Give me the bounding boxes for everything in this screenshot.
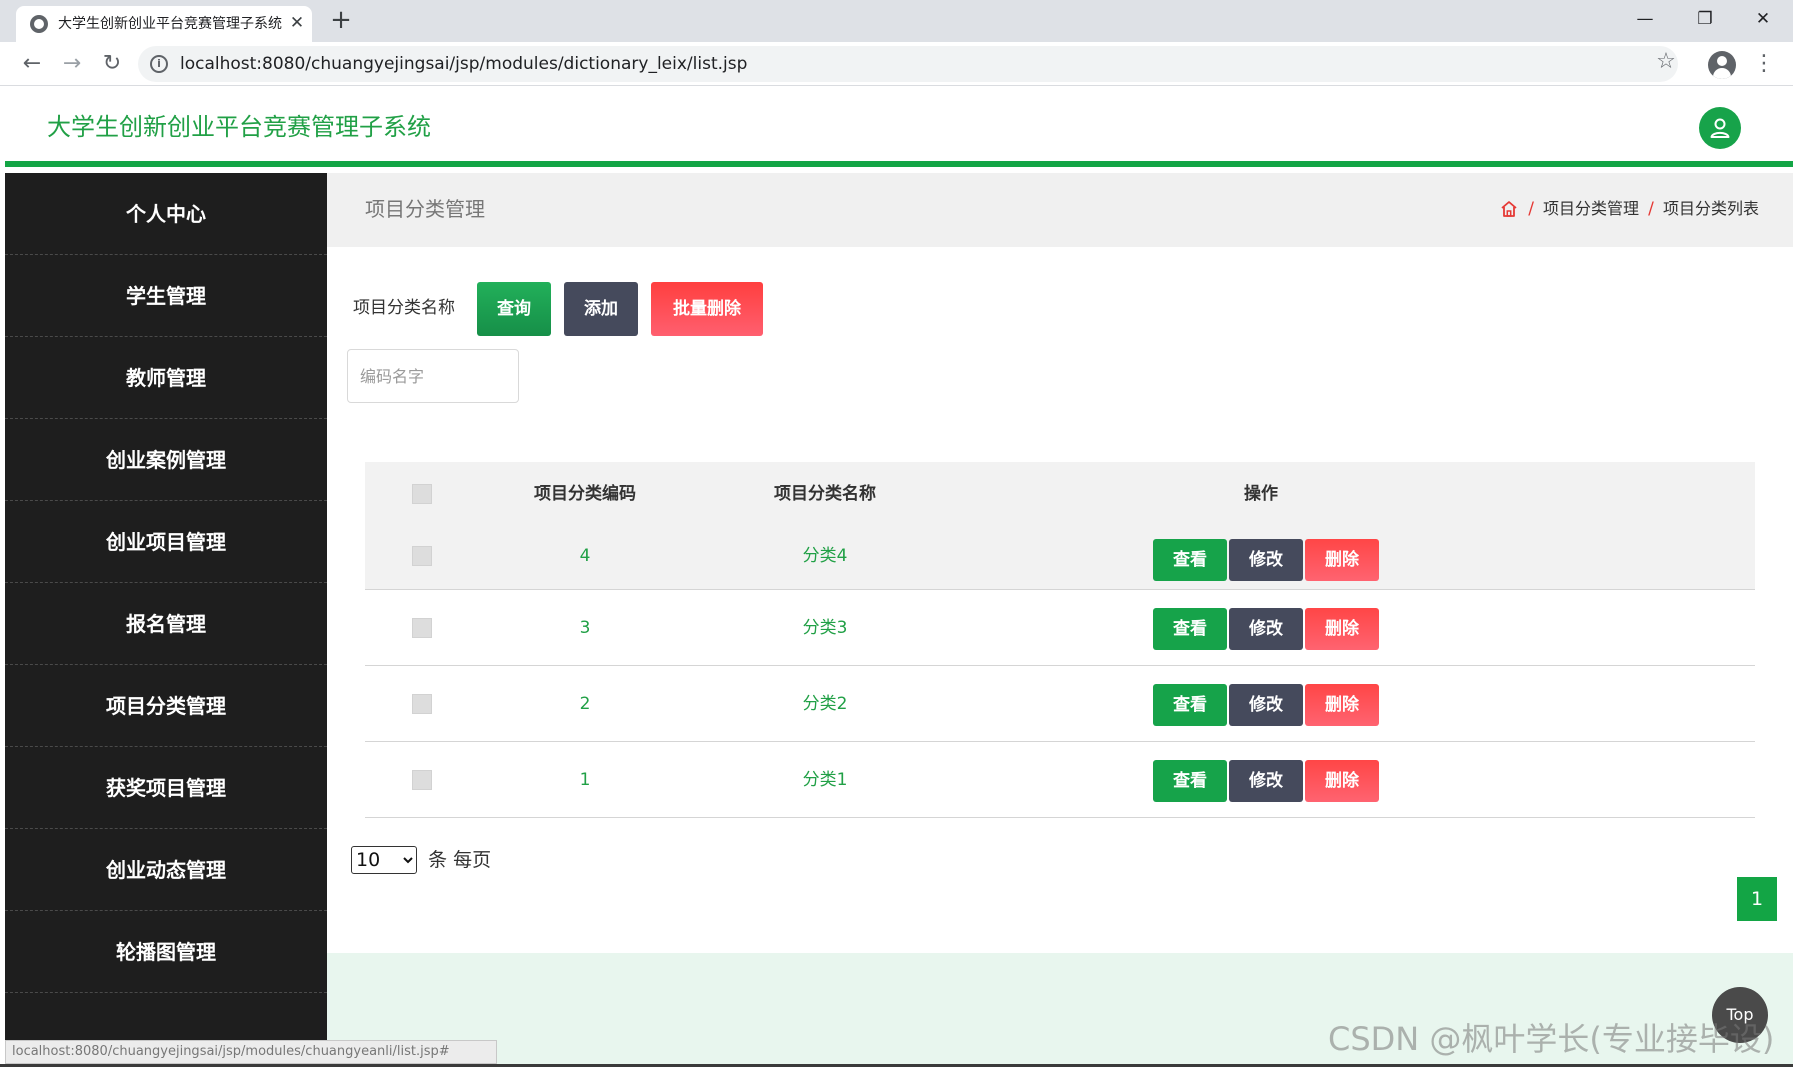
row-name: 分类4 xyxy=(802,546,848,566)
new-tab-icon[interactable]: + xyxy=(326,6,356,36)
row-checkbox[interactable] xyxy=(412,694,432,714)
page-number-button[interactable]: 1 xyxy=(1737,877,1777,921)
globe-icon xyxy=(30,15,48,33)
column-header-name: 项目分类名称 xyxy=(774,484,876,504)
batch-delete-button[interactable]: 批量删除 xyxy=(651,282,763,336)
sidebar-item-registration[interactable]: 报名管理 xyxy=(5,583,327,665)
column-header-code: 项目分类编码 xyxy=(534,484,636,504)
page-header: 项目分类管理 / 项目分类管理 / 项目分类列表 xyxy=(327,173,1793,247)
sidebar-item-project-categories[interactable]: 项目分类管理 xyxy=(5,665,327,747)
url-text: localhost:8080/chuangyejingsai/jsp/modul… xyxy=(180,54,748,74)
row-name: 分类1 xyxy=(802,770,848,790)
edit-button[interactable]: 修改 xyxy=(1229,760,1303,802)
select-all-checkbox[interactable] xyxy=(412,484,432,504)
sidebar-item-teachers[interactable]: 教师管理 xyxy=(5,337,327,419)
row-name: 分类3 xyxy=(802,618,848,638)
tab-title: 大学生创新创业平台竞赛管理子系统 xyxy=(58,16,282,32)
profile-icon[interactable] xyxy=(1708,51,1736,79)
restore-icon[interactable]: ❐ xyxy=(1680,4,1730,34)
sidebar-item-label: 学生管理 xyxy=(126,284,206,308)
close-tab-icon[interactable]: ✕ xyxy=(286,11,308,35)
forward-icon[interactable]: → xyxy=(58,50,86,78)
browser-tab[interactable]: 大学生创新创业平台竞赛管理子系统 ✕ xyxy=(16,6,312,42)
status-bar-url: localhost:8080/chuangyejingsai/jsp/modul… xyxy=(5,1040,497,1064)
sidebar-item-cases[interactable]: 创业案例管理 xyxy=(5,419,327,501)
breadcrumb-item[interactable]: 项目分类管理 xyxy=(1543,197,1639,221)
browser-menu-icon[interactable]: ⋮ xyxy=(1752,48,1776,80)
delete-button[interactable]: 删除 xyxy=(1305,608,1379,650)
home-icon[interactable] xyxy=(1499,199,1519,219)
row-checkbox[interactable] xyxy=(412,546,432,566)
sidebar-item-label: 项目分类管理 xyxy=(106,694,226,718)
edit-button[interactable]: 修改 xyxy=(1229,539,1303,581)
row-code: 3 xyxy=(579,618,591,638)
search-label: 项目分类名称 xyxy=(353,298,455,318)
row-checkbox[interactable] xyxy=(412,770,432,790)
sidebar-item-label: 轮播图管理 xyxy=(116,940,216,964)
breadcrumb-separator: / xyxy=(1648,199,1654,219)
edit-button[interactable]: 修改 xyxy=(1229,608,1303,650)
delete-button[interactable]: 删除 xyxy=(1305,539,1379,581)
breadcrumb-separator: / xyxy=(1528,199,1534,219)
screen: 大学生创新创业平台竞赛管理子系统 ✕ + — ❐ ✕ ← → ↻ i local… xyxy=(0,0,1793,1067)
view-button[interactable]: 查看 xyxy=(1153,539,1227,581)
browser-toolbar: ← → ↻ i localhost:8080/chuangyejingsai/j… xyxy=(0,42,1793,86)
sidebar: 个人中心 学生管理 教师管理 创业案例管理 创业项目管理 报名管理 项目分类管理… xyxy=(5,173,327,1067)
close-window-icon[interactable]: ✕ xyxy=(1738,4,1788,34)
app-header: 大学生创新创业平台竞赛管理子系统 xyxy=(5,87,1793,167)
sidebar-item-carousel[interactable]: 轮播图管理 xyxy=(5,911,327,993)
per-page-text: 条 每页 xyxy=(428,849,492,871)
table-row: 3 分类3 查看 修改 删除 xyxy=(365,591,1755,666)
info-icon[interactable]: i xyxy=(150,55,168,73)
main-content: 项目分类管理 / 项目分类管理 / 项目分类列表 项目分类名称 查询 添加 批量… xyxy=(327,173,1793,1067)
sidebar-item-projects[interactable]: 创业项目管理 xyxy=(5,501,327,583)
table-row: 2 分类2 查看 修改 删除 xyxy=(365,667,1755,742)
delete-button[interactable]: 删除 xyxy=(1305,760,1379,802)
address-bar[interactable]: i localhost:8080/chuangyejingsai/jsp/mod… xyxy=(138,46,1678,82)
sidebar-item-students[interactable]: 学生管理 xyxy=(5,255,327,337)
sidebar-item-label: 创业项目管理 xyxy=(106,530,226,554)
bookmark-star-icon[interactable]: ☆ xyxy=(1652,48,1680,76)
table-row: 4 分类4 查看 修改 删除 xyxy=(365,526,1755,590)
page-size-control: 10 条 每页 xyxy=(351,846,491,874)
breadcrumb-item-current: 项目分类列表 xyxy=(1662,199,1759,218)
column-header-actions: 操作 xyxy=(1244,484,1278,504)
view-button[interactable]: 查看 xyxy=(1153,608,1227,650)
sidebar-item-personal-center[interactable]: 个人中心 xyxy=(5,173,327,255)
row-code: 1 xyxy=(579,770,591,790)
sidebar-item-label: 获奖项目管理 xyxy=(106,776,226,800)
sidebar-item-label: 创业案例管理 xyxy=(106,448,226,472)
sidebar-item-label: 个人中心 xyxy=(126,202,206,226)
search-input[interactable] xyxy=(347,349,519,403)
table-row: 1 分类1 查看 修改 删除 xyxy=(365,743,1755,818)
back-icon[interactable]: ← xyxy=(18,50,46,78)
row-code: 4 xyxy=(579,546,591,566)
app-title: 大学生创新创业平台竞赛管理子系统 xyxy=(47,113,431,141)
user-avatar-icon[interactable] xyxy=(1699,107,1741,149)
row-code: 2 xyxy=(579,694,591,714)
sidebar-item-awards[interactable]: 获奖项目管理 xyxy=(5,747,327,829)
watermark: CSDN @枫叶学长(专业接毕设) xyxy=(1328,1020,1775,1058)
row-checkbox[interactable] xyxy=(412,618,432,638)
breadcrumb: / 项目分类管理 / 项目分类列表 xyxy=(1499,197,1759,221)
view-button[interactable]: 查看 xyxy=(1153,684,1227,726)
page-title: 项目分类管理 xyxy=(365,197,485,221)
sidebar-item-news[interactable]: 创业动态管理 xyxy=(5,829,327,911)
delete-button[interactable]: 删除 xyxy=(1305,684,1379,726)
row-name: 分类2 xyxy=(802,694,848,714)
sidebar-item-label: 创业动态管理 xyxy=(106,858,226,882)
view-button[interactable]: 查看 xyxy=(1153,760,1227,802)
query-button[interactable]: 查询 xyxy=(477,282,551,336)
browser-tabstrip: 大学生创新创业平台竞赛管理子系统 ✕ + — ❐ ✕ xyxy=(0,0,1793,42)
sidebar-item-label: 报名管理 xyxy=(126,612,206,636)
edit-button[interactable]: 修改 xyxy=(1229,684,1303,726)
table-header: 项目分类编码 项目分类名称 操作 xyxy=(365,462,1755,526)
add-button[interactable]: 添加 xyxy=(564,282,638,336)
minimize-icon[interactable]: — xyxy=(1620,4,1670,34)
reload-icon[interactable]: ↻ xyxy=(98,50,126,78)
sidebar-item-label: 教师管理 xyxy=(126,366,206,390)
page-size-select[interactable]: 10 xyxy=(351,846,417,874)
